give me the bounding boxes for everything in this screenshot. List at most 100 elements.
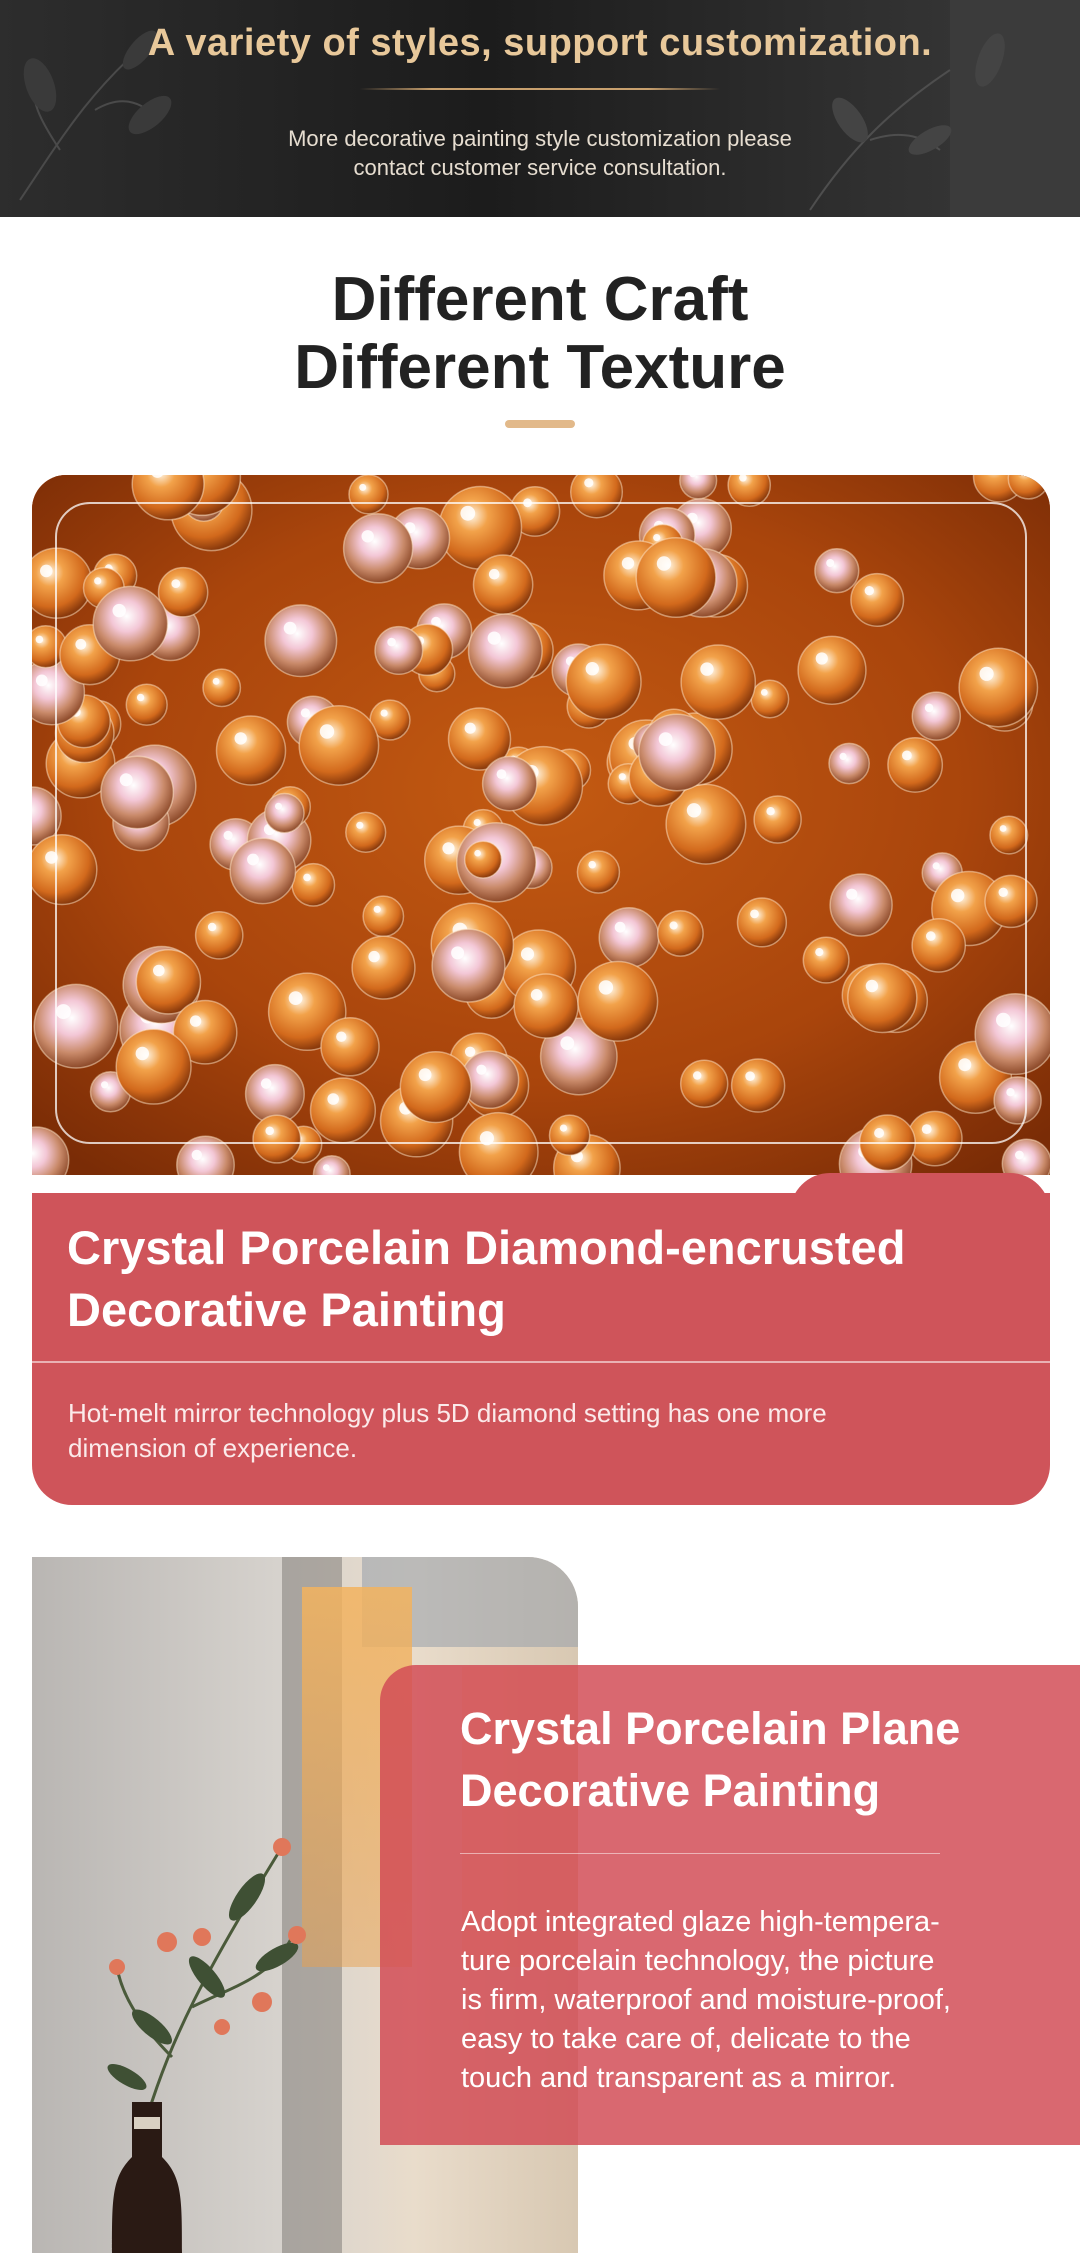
diamond-highlight — [368, 950, 380, 963]
diamond-highlight — [247, 853, 259, 866]
diamond-highlight — [614, 921, 626, 933]
card-description-line: easy to take care of, delicate to the — [461, 2023, 911, 2055]
diamond-bead — [656, 909, 704, 957]
diamond-highlight — [442, 842, 455, 855]
card-divider — [32, 1361, 1050, 1363]
diamond-highlight — [760, 689, 768, 696]
diamond-bead — [264, 792, 305, 834]
section-headline: Different Craft Different Texture — [0, 266, 1080, 402]
diamond-highlight — [283, 621, 297, 635]
diamond-highlight — [766, 807, 775, 816]
diamond-texture-image — [32, 475, 1050, 1175]
card-description-line: Hot-melt mirror technology plus 5D diamo… — [68, 1398, 827, 1428]
diamond-bead — [244, 1063, 305, 1124]
diamond-highlight — [653, 534, 661, 542]
banner-divider — [360, 88, 720, 90]
diamond-highlight — [101, 1081, 109, 1089]
diamond-bead — [635, 536, 717, 619]
diamond-highlight — [288, 991, 303, 1005]
diamond-highlight — [260, 1078, 272, 1089]
diamond-bead — [100, 755, 175, 830]
diamond-highlight — [865, 979, 879, 993]
plane-painting-card: Crystal Porcelain Plane Decorative Paint… — [380, 1665, 1080, 2145]
diamond-bead — [577, 960, 659, 1042]
diamond-highlight — [487, 631, 501, 645]
diamond-bead — [576, 850, 621, 894]
diamond-highlight — [75, 638, 87, 650]
diamond-bead — [351, 935, 416, 1000]
diamond-highlight — [112, 603, 126, 618]
diamond-bead — [32, 547, 93, 619]
diamond-bead — [850, 572, 905, 627]
diamond-highlight — [474, 849, 481, 857]
diamond-highlight — [212, 677, 220, 685]
diamond-highlight — [119, 773, 133, 787]
diamond-bead — [125, 683, 168, 726]
diamond-highlight — [958, 1058, 972, 1072]
diamond-highlight — [815, 948, 824, 957]
diamond-highlight — [979, 666, 994, 681]
diamond-highlight — [530, 989, 543, 1001]
diamond-highlight — [520, 947, 535, 961]
diamond-highlight — [275, 802, 282, 810]
diamond-bead — [548, 1114, 591, 1157]
card-title: Crystal Porcelain Plane Decorative Paint… — [460, 1698, 1060, 1822]
diamond-highlight — [656, 556, 672, 571]
diamond-highlight — [932, 862, 940, 870]
diamond-highlight — [598, 980, 614, 995]
diamond-highlight — [815, 652, 828, 665]
diamond-highlight — [700, 662, 714, 676]
diamond-highlight — [693, 1071, 702, 1080]
diamond-bead — [362, 895, 405, 938]
diamond-highlight — [55, 1004, 71, 1020]
diamond-highlight — [189, 1015, 202, 1027]
top-banner: A variety of styles, support customizati… — [0, 0, 1080, 217]
diamond-highlight — [846, 888, 858, 900]
diamond-highlight — [924, 703, 934, 713]
card-description-line: touch and transparent as a mirror. — [461, 2062, 897, 2094]
headline-line: Different Craft — [331, 265, 749, 334]
diamond-bead — [157, 566, 209, 618]
diamond-highlight — [488, 568, 500, 580]
diamond-painting-photo — [32, 475, 1050, 1175]
diamond-highlight — [951, 888, 965, 903]
diamond-highlight — [319, 724, 335, 739]
diamond-bead — [202, 668, 242, 708]
diamond-highlight — [584, 478, 594, 488]
diamond-highlight — [35, 674, 48, 687]
diamond-highlight — [618, 773, 626, 781]
diamond-highlight — [451, 946, 465, 960]
diamond-bead — [911, 918, 967, 973]
diamond-highlight — [464, 722, 476, 734]
diamond-bead — [679, 1059, 729, 1108]
diamond-bead — [467, 613, 543, 689]
card-description: Hot-melt mirror technology plus 5D diamo… — [68, 1396, 988, 1466]
diamond-bead — [680, 644, 757, 720]
diamond-bead — [194, 910, 244, 960]
diamond-highlight — [588, 860, 596, 869]
diamond-highlight — [864, 586, 874, 596]
diamond-highlight — [585, 662, 599, 676]
diamond-highlight — [476, 1064, 487, 1075]
diamond-highlight — [359, 483, 367, 491]
diamond-highlight — [560, 1036, 575, 1050]
diamond-highlight — [327, 1093, 340, 1105]
diamond-highlight — [356, 821, 364, 829]
diamond-bead — [750, 679, 790, 719]
diamond-highlight — [999, 825, 1007, 832]
diamond-bead — [463, 840, 503, 879]
card-title-line: Crystal Porcelain Plane — [460, 1703, 961, 1754]
diamond-highlight — [826, 559, 835, 567]
card-description-line: ture porcelain technology, the picture — [461, 1945, 935, 1977]
diamond-bead — [342, 513, 414, 584]
diamond-highlight — [336, 1031, 347, 1042]
diamond-highlight — [473, 818, 481, 827]
diamond-highlight — [380, 709, 388, 717]
diamond-bead — [229, 837, 297, 905]
card-description-line: is firm, waterproof and moisture-proof, — [461, 1984, 951, 2016]
diamond-highlight — [658, 732, 673, 746]
diamond-highlight — [234, 732, 247, 745]
card-title-line: Decorative Painting — [460, 1765, 881, 1816]
diamond-bead — [348, 475, 389, 515]
diamond-bead — [472, 554, 534, 615]
